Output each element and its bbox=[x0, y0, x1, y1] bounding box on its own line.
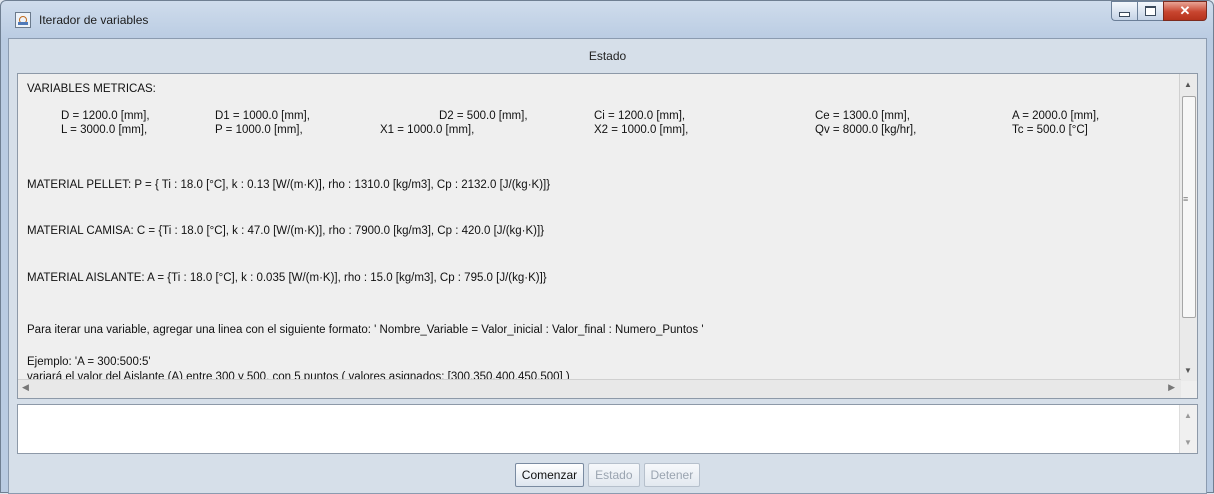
input-scroll-up-arrow-icon[interactable]: ▲ bbox=[1184, 411, 1192, 420]
scroll-down-arrow-icon[interactable]: ▼ bbox=[1184, 366, 1192, 375]
scrollbar-thumb[interactable] bbox=[1182, 96, 1196, 318]
scrollbar-grip-icon: ≡ bbox=[1183, 194, 1189, 204]
scroll-left-arrow-icon[interactable]: ◀ bbox=[22, 382, 29, 393]
var-ci: Ci = 1200.0 [mm], bbox=[594, 110, 686, 122]
scroll-up-arrow-icon[interactable]: ▲ bbox=[1184, 80, 1192, 89]
input-vertical-scrollbar[interactable]: ▲ ▼ bbox=[1179, 405, 1197, 453]
var-x2: X2 = 1000.0 [mm], bbox=[594, 124, 689, 136]
close-icon: ✕ bbox=[1179, 3, 1191, 18]
var-qv: Qv = 8000.0 [kg/hr], bbox=[815, 124, 917, 136]
close-button[interactable]: ✕ bbox=[1163, 1, 1207, 21]
minimize-icon bbox=[1119, 11, 1130, 17]
app-window: Iterador de variables ✕ Estado VARIABLES… bbox=[0, 0, 1214, 494]
var-d2: D2 = 500.0 [mm], bbox=[439, 110, 528, 122]
var-tc: Tc = 500.0 [°C] bbox=[1012, 124, 1088, 136]
material-camisa-line: MATERIAL CAMISA: C = {Ti : 18.0 [°C], k … bbox=[27, 225, 545, 237]
var-d: D = 1200.0 [mm], bbox=[61, 110, 150, 122]
var-x1: X1 = 1000.0 [mm], bbox=[380, 124, 475, 136]
scroll-right-arrow-icon[interactable]: ▶ bbox=[1168, 382, 1175, 393]
maximize-icon bbox=[1145, 6, 1156, 16]
minimize-button[interactable] bbox=[1111, 1, 1137, 21]
var-a: A = 2000.0 [mm], bbox=[1012, 110, 1100, 122]
example-line: Ejemplo: 'A = 300:500:5' bbox=[27, 356, 151, 368]
iteration-input[interactable] bbox=[20, 407, 1179, 453]
start-button[interactable]: Comenzar bbox=[514, 463, 585, 487]
maximize-button[interactable] bbox=[1137, 1, 1163, 21]
title-bar[interactable]: Iterador de variables ✕ bbox=[1, 1, 1213, 37]
status-horizontal-scrollbar[interactable]: ◀ ▶ bbox=[18, 379, 1181, 398]
java-app-icon bbox=[15, 12, 31, 28]
metric-variables-heading: VARIABLES METRICAS: bbox=[27, 83, 156, 95]
window-title: Iterador de variables bbox=[39, 13, 149, 27]
status-vertical-scrollbar[interactable]: ▲ ≡ ▼ bbox=[1179, 74, 1197, 381]
window-controls: ✕ bbox=[1111, 1, 1207, 23]
status-button[interactable]: Estado bbox=[588, 463, 640, 487]
iteration-input-area: ▲ ▼ bbox=[17, 404, 1198, 454]
panel-header: Estado bbox=[9, 39, 1206, 72]
var-ce: Ce = 1300.0 [mm], bbox=[815, 110, 910, 122]
var-d1: D1 = 1000.0 [mm], bbox=[215, 110, 310, 122]
material-aislante-line: MATERIAL AISLANTE: A = {Ti : 18.0 [°C], … bbox=[27, 272, 547, 284]
material-pellet-line: MATERIAL PELLET: P = { Ti : 18.0 [°C], k… bbox=[27, 179, 551, 191]
var-l: L = 3000.0 [mm], bbox=[61, 124, 148, 136]
button-bar: Comenzar Estado Detener bbox=[9, 457, 1206, 493]
status-text-area[interactable]: VARIABLES METRICAS: D = 1200.0 [mm], D1 … bbox=[17, 73, 1198, 399]
client-area: Estado VARIABLES METRICAS: D = 1200.0 [m… bbox=[8, 38, 1207, 494]
stop-button[interactable]: Detener bbox=[643, 463, 701, 487]
var-p: P = 1000.0 [mm], bbox=[215, 124, 303, 136]
input-scroll-down-arrow-icon[interactable]: ▼ bbox=[1184, 438, 1192, 447]
instructions-line: Para iterar una variable, agregar una li… bbox=[27, 324, 704, 336]
